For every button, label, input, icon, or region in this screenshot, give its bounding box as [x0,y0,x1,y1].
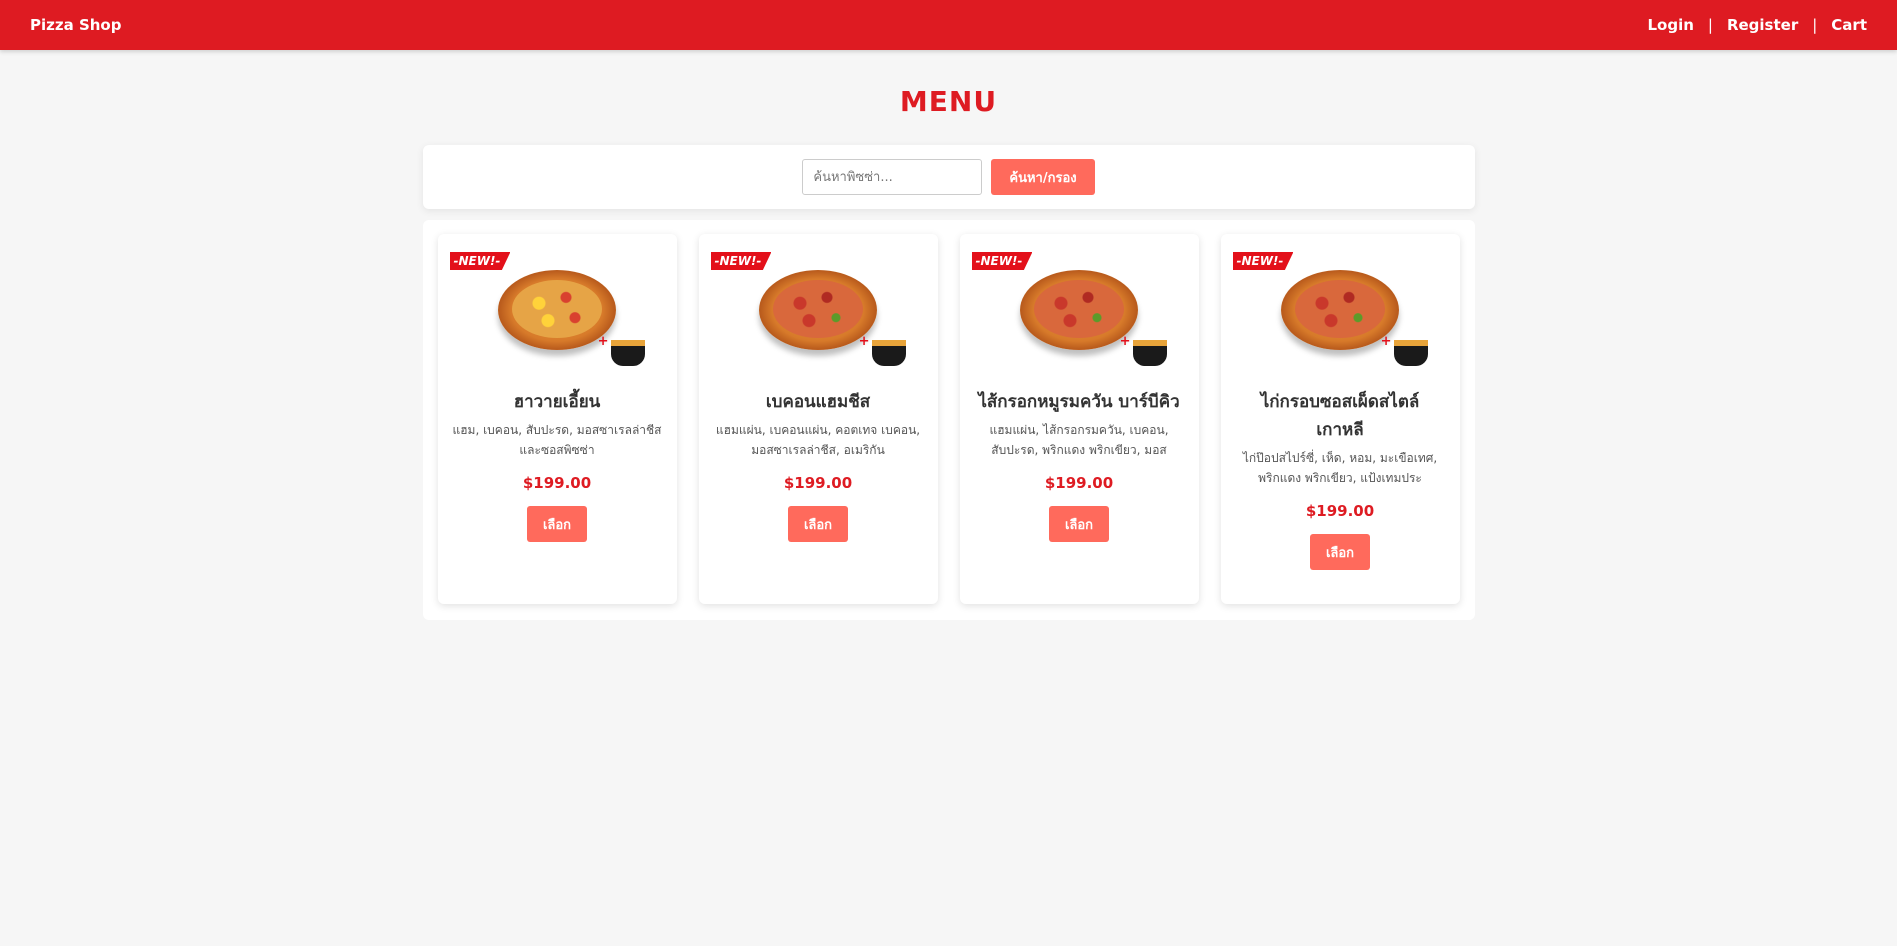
sauce-cup-image [1132,340,1167,366]
product-name: เบคอนแฮมชีส [765,392,871,412]
sauce-cup-image [871,340,906,366]
select-button[interactable]: เลือก [1310,534,1370,570]
product-grid: -NEW!- + ฮาวายเอี้ยน แฮม, เบคอน, สับปะรด… [422,220,1475,620]
new-badge: -NEW!- [449,252,511,270]
login-link[interactable]: Login [1647,16,1693,34]
plus-icon: + [597,334,609,349]
sauce-cup-image [610,340,645,366]
product-name: ไก่กรอบซอสเผ็ดสไตล์ เกาหลี [1260,392,1420,440]
product-price: $199.00 [1305,502,1375,520]
new-badge: -NEW!- [1232,252,1294,270]
product-card: -NEW!- + ฮาวายเอี้ยน แฮม, เบคอน, สับปะรด… [437,234,677,604]
select-button[interactable]: เลือก [1049,506,1109,542]
search-panel: ค้นหา/กรอง [422,145,1475,209]
product-card: -NEW!- + เบคอนแฮมชีส แฮมแผ่น, เบคอนแผ่น,… [698,234,938,604]
select-button[interactable]: เลือก [527,506,587,542]
nav-separator: | [1707,16,1713,34]
page-title: MENU [899,85,998,118]
search-input[interactable] [802,159,983,195]
product-image: -NEW!- + [1232,252,1446,374]
top-navbar: Pizza Shop Login | Register | Cart [0,0,1897,50]
product-card: -NEW!- + ไก่กรอบซอสเผ็ดสไตล์ เกาหลี ไก่ป… [1220,234,1460,604]
plus-icon: + [1380,334,1392,349]
sauce-cup-image [1393,340,1428,366]
search-filter-button[interactable]: ค้นหา/กรอง [991,159,1095,195]
product-description: แฮมแผ่น, ไส้กรอกรมควัน, เบคอน, สับปะรด, … [989,423,1169,457]
product-price: $199.00 [522,474,592,492]
brand-link[interactable]: Pizza Shop [30,16,121,34]
product-description: แฮม, เบคอน, สับปะรด, มอสซาเรลล่าชีส และซ… [452,423,662,457]
product-description: แฮมแผ่น, เบคอนแผ่น, คอตเทจ เบคอน, มอสซาเ… [715,423,921,457]
product-image: -NEW!- + [971,252,1185,374]
product-price: $199.00 [1044,474,1114,492]
plus-icon: + [1119,334,1131,349]
new-badge: -NEW!- [971,252,1033,270]
nav-links: Login | Register | Cart [1647,16,1867,34]
register-link[interactable]: Register [1727,16,1798,34]
product-name: ไส้กรอกหมูรมควัน บาร์บีคิว [978,392,1180,412]
product-image: -NEW!- + [449,252,663,374]
product-card: -NEW!- + ไส้กรอกหมูรมควัน บาร์บีคิว แฮมแ… [959,234,1199,604]
new-badge: -NEW!- [710,252,772,270]
product-image: -NEW!- + [710,252,924,374]
select-button[interactable]: เลือก [788,506,848,542]
product-name: ฮาวายเอี้ยน [513,392,601,412]
plus-icon: + [858,334,870,349]
cart-link[interactable]: Cart [1831,16,1867,34]
product-description: ไก่ป๊อปสไปร์ซี่, เห็ด, หอม, มะเขือเทศ, พ… [1242,451,1438,485]
nav-separator: | [1812,16,1818,34]
product-price: $199.00 [783,474,853,492]
